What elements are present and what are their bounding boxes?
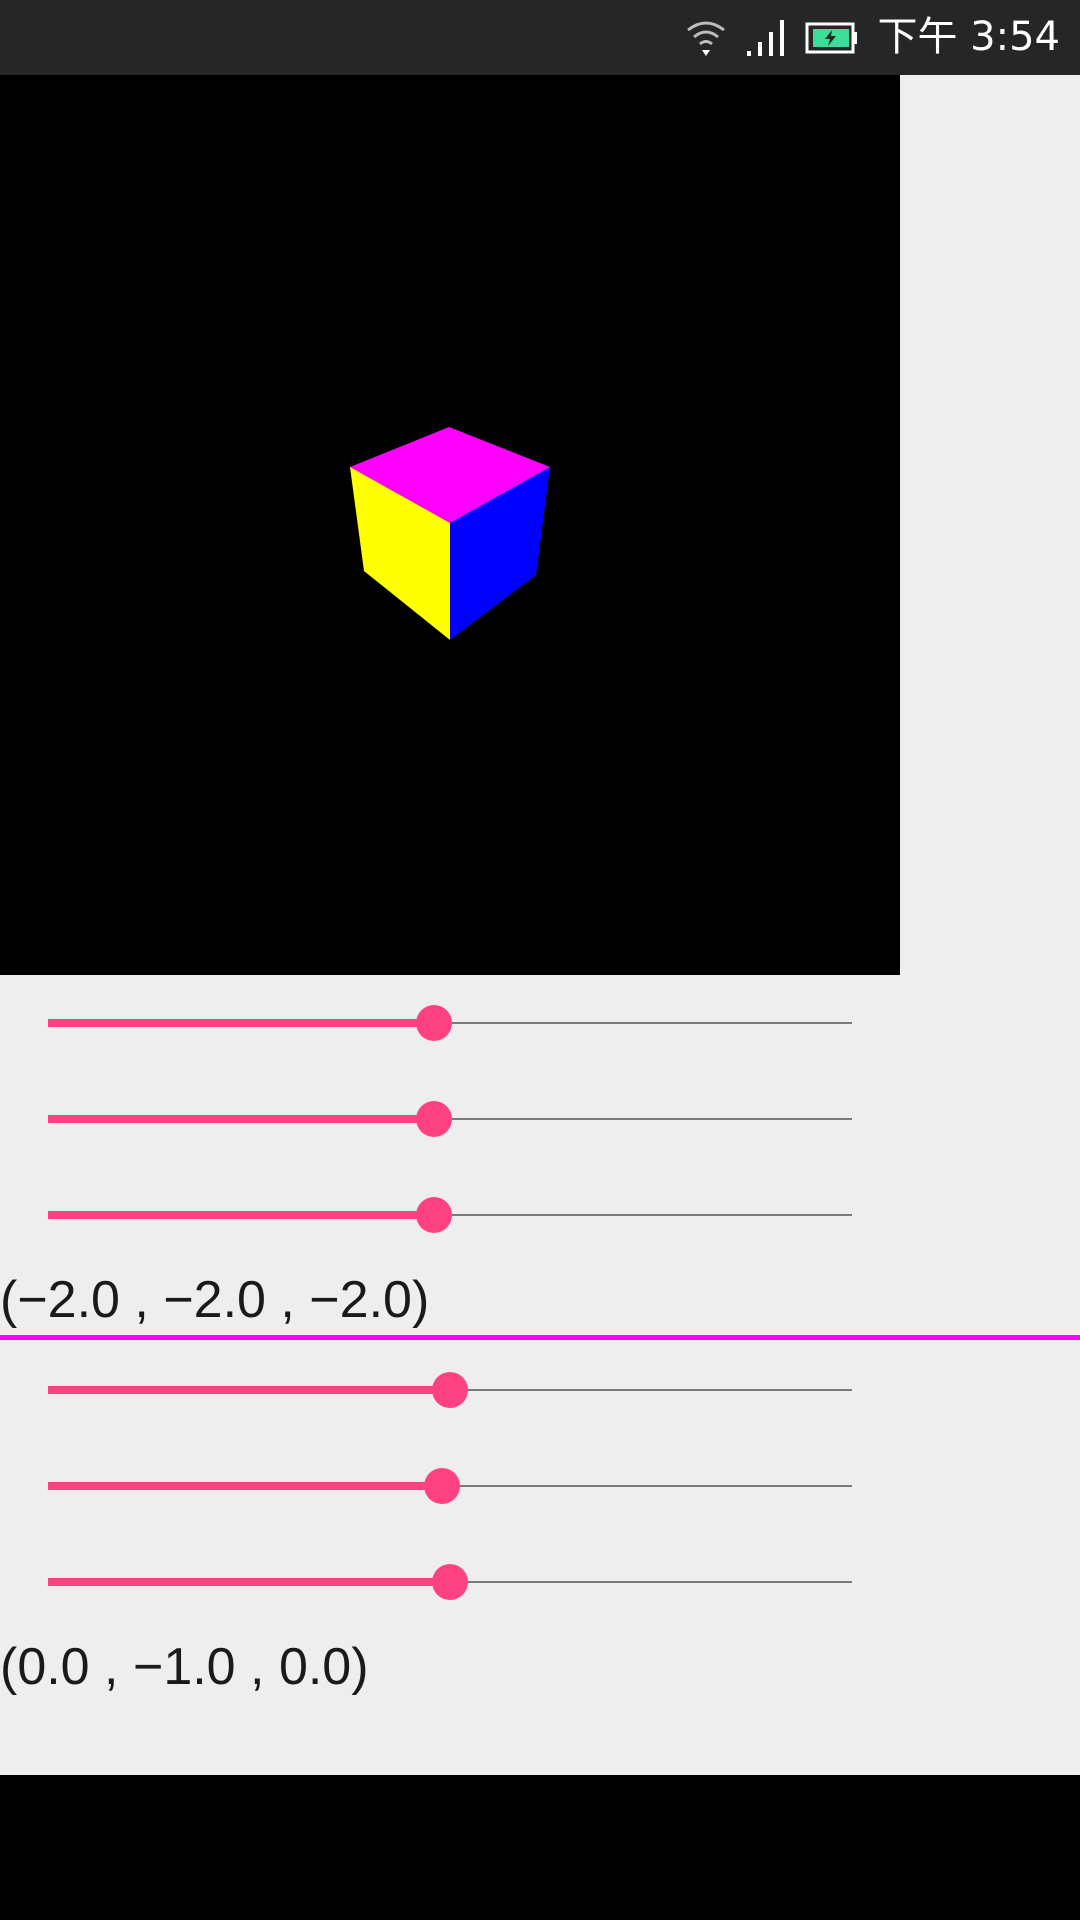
seekbar-thumb[interactable] xyxy=(415,1197,452,1233)
seekbar-progress xyxy=(48,1482,442,1490)
wifi-icon xyxy=(685,18,727,58)
status-time: 下午 3:54 xyxy=(877,14,1060,60)
seekbar-thumb[interactable] xyxy=(415,1005,452,1041)
seekbar-thumb[interactable] xyxy=(423,1468,460,1504)
seekbar-center-x[interactable] xyxy=(48,1360,852,1420)
gl-surface-view[interactable] xyxy=(0,75,900,975)
seekbar-progress xyxy=(48,1019,434,1027)
status-icons: 下午 3:54 xyxy=(685,0,1060,75)
divider xyxy=(0,1335,1080,1340)
seekbar-progress xyxy=(48,1115,434,1123)
seekbar-eye-x[interactable] xyxy=(48,993,852,1053)
eye-position-label: (−2.0 , −2.0 , −2.0) xyxy=(0,1271,430,1329)
seekbar-progress xyxy=(48,1578,450,1586)
signal-icon xyxy=(745,18,787,58)
seekbar-thumb[interactable] xyxy=(432,1564,468,1600)
status-bar: 下午 3:54 xyxy=(0,0,1080,75)
seekbar-eye-z[interactable] xyxy=(48,1185,852,1245)
navigation-bar xyxy=(0,1775,1080,1920)
seekbar-progress xyxy=(48,1386,450,1394)
battery-charging-icon xyxy=(805,21,859,55)
seekbar-center-z[interactable] xyxy=(48,1552,852,1612)
seekbar-progress xyxy=(48,1211,434,1219)
center-position-label: (0.0 , −1.0 , 0.0) xyxy=(0,1638,369,1696)
seekbar-thumb[interactable] xyxy=(415,1101,452,1137)
seekbar-center-y[interactable] xyxy=(48,1456,852,1516)
cube-3d xyxy=(350,427,550,640)
seekbar-eye-y[interactable] xyxy=(48,1089,852,1149)
seekbar-thumb[interactable] xyxy=(432,1372,468,1408)
